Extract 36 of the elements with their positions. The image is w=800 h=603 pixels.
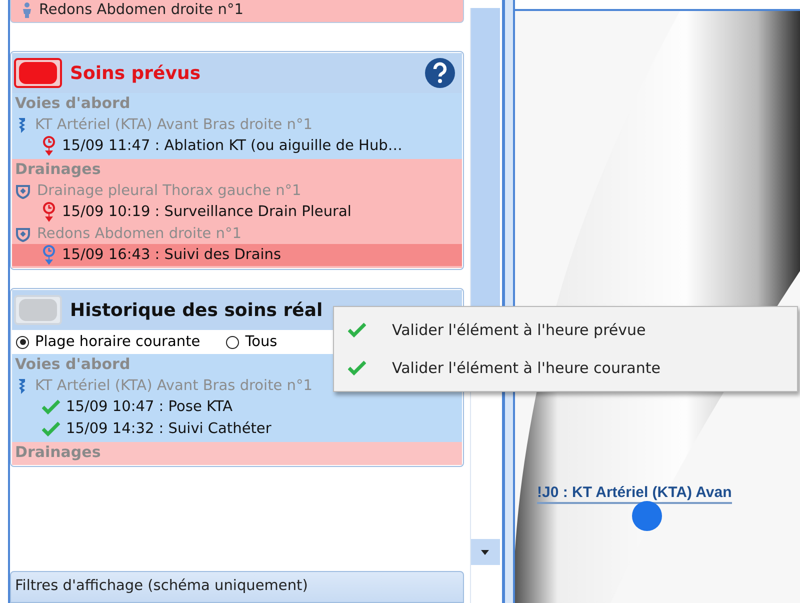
toggle-switch[interactable] — [14, 58, 62, 88]
checkmark-icon — [42, 421, 60, 437]
care-item[interactable]: 15/09 11:47 : Ablation KT (ou aiguille de Hub… — [12, 135, 462, 157]
device-label: KT Artériel (KTA) Avant Bras droite n°1 — [35, 378, 312, 394]
group-heading: Voies d'abord — [14, 354, 130, 375]
radio-label[interactable]: Tous — [245, 334, 278, 350]
drain-icon — [15, 182, 31, 198]
care-item[interactable]: 15/09 10:47 : Pose KTA — [12, 396, 462, 418]
radio-button[interactable] — [16, 336, 29, 348]
menu-item[interactable]: Valider l'élément à l'heure prévue — [336, 311, 795, 349]
alarm-clock-icon — [42, 136, 56, 156]
group-heading: Drainages — [14, 159, 101, 180]
panel-title: Soins prévus — [70, 62, 202, 84]
care-item[interactable]: Redons Abdomen droite n°1 — [10, 0, 464, 23]
figure-icon — [21, 2, 33, 18]
checkmark-icon — [348, 360, 366, 376]
care-item[interactable]: 15/09 10:19 : Surveillance Drain Pleural — [12, 201, 462, 223]
alarm-clock-icon — [42, 202, 56, 222]
group-heading: Drainages — [14, 442, 101, 463]
radio-label[interactable]: Plage horaire courante — [35, 334, 200, 350]
device-label: Drainage pleural Thorax gauche n°1 — [37, 182, 302, 198]
care-item[interactable]: 15/09 16:43 : Suivi des Drains — [12, 244, 462, 266]
checkmark-icon — [348, 322, 366, 338]
group-heading: Voies d'abord — [14, 93, 130, 114]
caret-down-icon — [481, 550, 490, 554]
device-label: Redons Abdomen droite n°1 — [37, 226, 242, 242]
panel-title: Historique des soins réal — [70, 300, 324, 320]
care-item[interactable]: 15/09 14:32 : Suivi Cathéter — [12, 418, 462, 440]
checkmark-icon — [42, 399, 60, 415]
drain-icon — [15, 226, 31, 242]
alarm-clock-icon — [42, 245, 56, 265]
device-label: KT Artériel (KTA) Avant Bras droite n°1 — [35, 116, 312, 132]
menu-item[interactable]: Valider l'élément à l'heure courante — [336, 349, 795, 387]
display-filters-bar[interactable]: Filtres d'affichage (schéma uniquement) — [10, 571, 464, 603]
help-icon — [424, 57, 456, 89]
radio-button[interactable] — [226, 336, 240, 348]
